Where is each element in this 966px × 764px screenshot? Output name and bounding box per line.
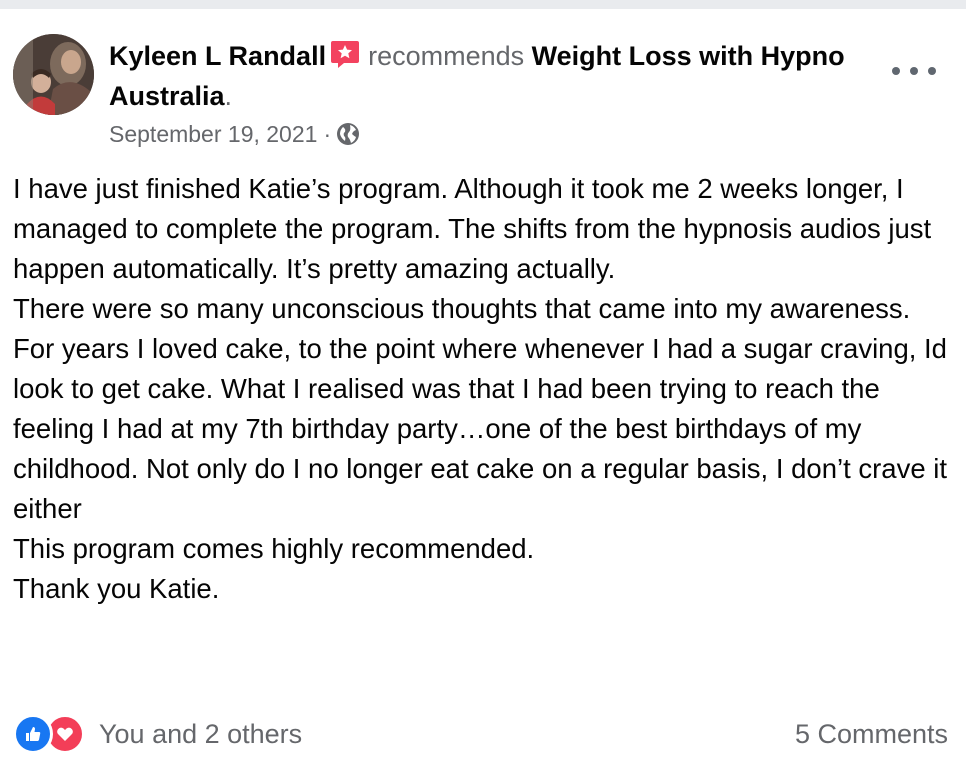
post-footer: You and 2 others 5 Comments xyxy=(13,711,948,757)
reaction-icons[interactable] xyxy=(13,714,85,754)
avatar[interactable] xyxy=(13,34,94,115)
post-paragraph: This program comes highly recommended. xyxy=(13,533,535,564)
meta-separator: · xyxy=(323,121,332,147)
more-dot xyxy=(928,67,936,75)
recommendation-post: Kyleen L Randall recommends Weight Loss … xyxy=(0,9,966,764)
recommends-label: recommends xyxy=(368,41,525,71)
post-header: Kyleen L Randall recommends Weight Loss … xyxy=(109,36,869,116)
comments-count[interactable]: 5 Comments xyxy=(795,719,948,750)
post-paragraph: I have just finished Katie’s program. Al… xyxy=(13,173,932,284)
post-paragraph: For years I loved cake, to the point whe… xyxy=(13,333,948,524)
feed-background-strip xyxy=(0,0,966,9)
reactions-summary[interactable]: You and 2 others xyxy=(99,719,302,750)
author-name[interactable]: Kyleen L Randall xyxy=(109,41,326,71)
avatar-photo xyxy=(13,34,94,115)
more-dot xyxy=(910,67,918,75)
like-icon xyxy=(13,714,53,754)
header-period: . xyxy=(224,81,233,111)
more-options-icon[interactable] xyxy=(892,59,936,83)
post-meta: September 19, 2021 · xyxy=(109,119,360,149)
globe-icon[interactable] xyxy=(336,122,360,146)
post-paragraph: There were so many unconscious thoughts … xyxy=(13,293,911,324)
recommendation-star-icon xyxy=(330,39,360,69)
post-date[interactable]: September 19, 2021 xyxy=(109,119,317,149)
post-paragraph: Thank you Katie. xyxy=(13,573,220,604)
post-body: I have just finished Katie’s program. Al… xyxy=(13,169,948,609)
more-dot xyxy=(892,67,900,75)
